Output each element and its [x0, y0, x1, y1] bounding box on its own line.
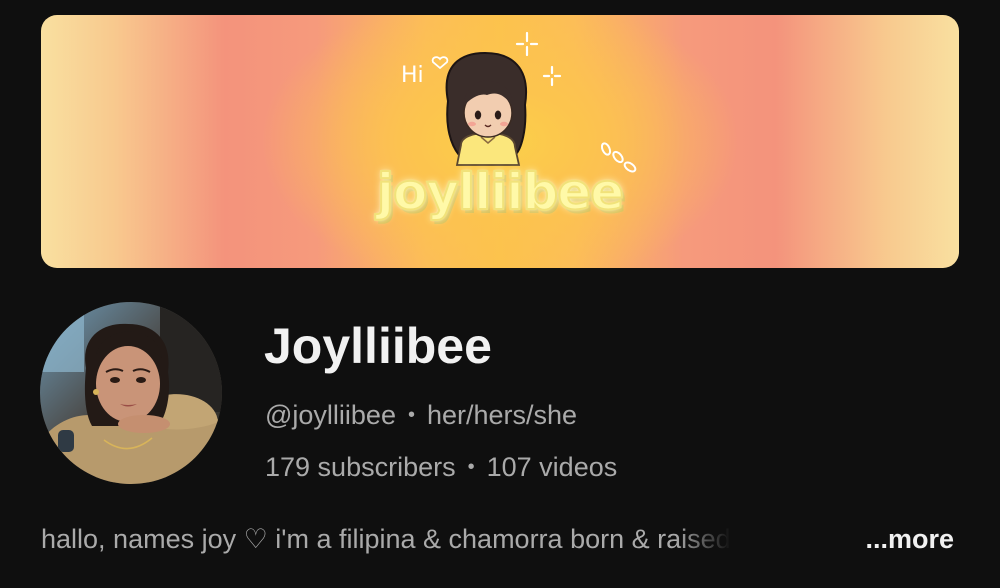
- heart-outline-icon: [431, 56, 449, 70]
- channel-pronouns: her/hers/she: [426, 400, 578, 430]
- banner-title: joylliibee: [376, 162, 625, 222]
- channel-handle: @joylliibee: [265, 400, 396, 430]
- subscriber-count: 179 subscribers: [265, 452, 456, 482]
- banner-greeting: Hi: [401, 63, 424, 88]
- channel-avatar[interactable]: [40, 302, 222, 484]
- description-text: hallo, names joy ♡ i'm a filipina & cham…: [41, 524, 731, 554]
- channel-header: Hi joylliibee Joylliibee @joylliibee • h…: [0, 0, 1000, 588]
- channel-stats-row: 179 subscribers • 107 videos: [265, 451, 617, 486]
- separator-dot: •: [407, 404, 415, 426]
- channel-handle-row: @joylliibee • her/hers/she: [265, 399, 577, 434]
- separator-dot: •: [467, 456, 475, 478]
- video-count: 107 videos: [486, 452, 618, 482]
- chibi-character-illustration: [445, 51, 528, 166]
- banner-art: Hi: [401, 31, 637, 173]
- avatar-photo: [40, 302, 222, 484]
- more-button[interactable]: ...more: [861, 522, 954, 556]
- channel-banner[interactable]: Hi joylliibee: [41, 15, 959, 268]
- channel-description[interactable]: hallo, names joy ♡ i'm a filipina & cham…: [41, 522, 959, 558]
- channel-name: Joylliibee: [264, 318, 492, 374]
